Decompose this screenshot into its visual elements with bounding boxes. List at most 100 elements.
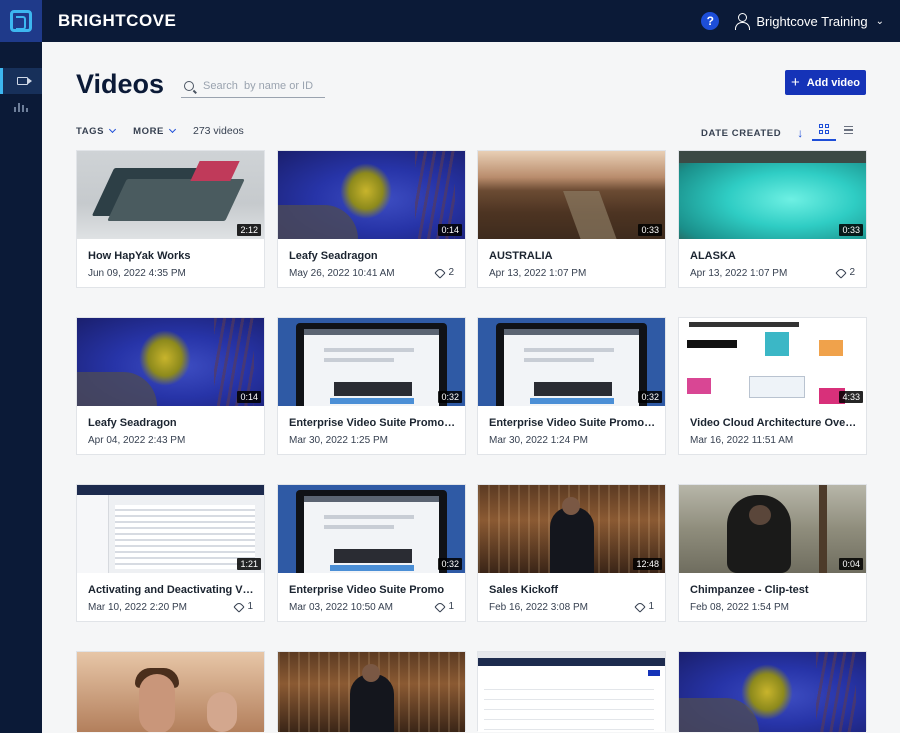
tags-filter[interactable]: TAGS (76, 125, 117, 137)
video-title[interactable]: ALASKA (690, 250, 858, 262)
list-icon (843, 125, 853, 135)
video-thumbnail[interactable] (278, 652, 465, 732)
tag-icon (233, 600, 246, 613)
tag-count-value: 1 (247, 601, 253, 612)
sort-label: DATE CREATED (701, 127, 782, 139)
video-card[interactable]: 0:14 Leafy Seadragon Apr 04, 2022 2:43 PM (76, 317, 265, 455)
user-menu[interactable]: Brightcove Training (756, 14, 867, 29)
sidebar (0, 42, 42, 733)
video-title[interactable]: How HapYak Works (88, 250, 256, 262)
sidebar-item-media[interactable] (0, 68, 42, 94)
tag-count: 2 (835, 266, 855, 279)
search-bar (181, 74, 325, 98)
brightcove-logo-icon[interactable] (0, 0, 42, 42)
video-thumbnail[interactable]: 0:14 (77, 318, 264, 406)
sort-control[interactable]: DATE CREATED ↓ (701, 126, 804, 140)
video-thumbnail[interactable]: 0:32 (478, 318, 665, 406)
tags-filter-label: TAGS (76, 125, 105, 137)
grid-icon (819, 124, 829, 134)
video-card[interactable] (477, 651, 666, 732)
user-icon[interactable] (735, 13, 751, 30)
video-card[interactable]: 0:04 Chimpanzee - Clip-test Feb 08, 2022 1… (678, 484, 867, 622)
duration-badge: 0:32 (438, 391, 462, 403)
duration-badge: 0:33 (638, 224, 662, 236)
video-thumbnail[interactable]: 0:33 (478, 151, 665, 239)
video-title[interactable]: Leafy Seadragon (289, 250, 457, 262)
help-icon[interactable]: ? (701, 12, 720, 30)
video-date: Apr 13, 2022 1:07 PM (489, 268, 587, 279)
duration-badge: 0:33 (839, 224, 863, 236)
video-card[interactable] (277, 651, 466, 732)
tag-icon (634, 600, 647, 613)
search-icon (184, 80, 194, 91)
video-title[interactable]: Video Cloud Architecture Overview (690, 417, 858, 429)
video-card[interactable]: 0:33 ALASKA Apr 13, 2022 1:07 PM 2 (678, 150, 867, 288)
video-thumbnail[interactable] (77, 652, 264, 732)
list-view-button[interactable] (836, 119, 860, 141)
chevron-down-icon[interactable]: ⌄ (876, 16, 884, 27)
add-video-button[interactable]: + Add video (785, 70, 866, 95)
video-thumbnail[interactable] (679, 652, 866, 732)
tag-count-value: 2 (849, 267, 855, 278)
video-date: Feb 16, 2022 3:08 PM (489, 602, 588, 613)
video-card[interactable]: 12:48 Sales Kickoff Feb 16, 2022 3:08 PM 1 (477, 484, 666, 622)
video-date: Mar 30, 2022 1:25 PM (289, 435, 388, 446)
tag-icon (434, 266, 447, 279)
video-card[interactable]: 0:33 AUSTRALIA Apr 13, 2022 1:07 PM (477, 150, 666, 288)
video-title[interactable]: Enterprise Video Suite Promo Video (489, 417, 657, 429)
video-camera-icon (17, 77, 32, 85)
more-filter[interactable]: MORE (133, 125, 177, 137)
video-date: Mar 16, 2022 11:51 AM (690, 435, 794, 446)
video-thumbnail[interactable]: 12:48 (478, 485, 665, 573)
video-card[interactable]: 0:14 Leafy Seadragon May 26, 2022 10:41 AM… (277, 150, 466, 288)
brand-name: BRIGHTCOVE (58, 11, 177, 30)
video-title[interactable]: Activating and Deactivating Videos (88, 584, 256, 596)
tag-icon (835, 266, 848, 279)
more-filter-label: MORE (133, 125, 164, 137)
video-date: Mar 03, 2022 10:50 AM (289, 602, 393, 613)
video-title[interactable]: Enterprise Video Suite Promo (289, 584, 457, 596)
video-date: Apr 13, 2022 1:07 PM (690, 268, 788, 279)
video-thumbnail[interactable]: 2:12 (77, 151, 264, 239)
add-video-label: Add video (806, 76, 860, 89)
video-thumbnail[interactable]: 0:32 (278, 485, 465, 573)
duration-badge: 0:32 (638, 391, 662, 403)
top-right-controls: ? Brightcove Training ⌄ (701, 12, 884, 30)
video-thumbnail[interactable]: 0:33 (679, 151, 866, 239)
video-thumbnail[interactable] (478, 652, 665, 732)
video-title[interactable]: Enterprise Video Suite Promo Video (289, 417, 457, 429)
duration-badge: 4:33 (839, 391, 863, 403)
video-card[interactable] (76, 651, 265, 732)
tag-count-value: 2 (448, 267, 454, 278)
video-title[interactable]: Chimpanzee - Clip-test (690, 584, 858, 596)
video-card[interactable]: 4:33 Video Cloud Architecture Overview Mar… (678, 317, 867, 455)
sort-direction-icon[interactable]: ↓ (797, 126, 804, 140)
video-card[interactable]: 0:32 Enterprise Video Suite Promo Mar 03, … (277, 484, 466, 622)
video-date: Mar 30, 2022 1:24 PM (489, 435, 588, 446)
video-count: 273 videos (193, 125, 244, 137)
tag-count: 1 (233, 600, 253, 613)
video-thumbnail[interactable]: 1:21 (77, 485, 264, 573)
video-card[interactable]: 2:12 How HapYak Works Jun 09, 2022 4:35 PM (76, 150, 265, 288)
video-title[interactable]: AUSTRALIA (489, 250, 657, 262)
video-title[interactable]: Sales Kickoff (489, 584, 657, 596)
video-card[interactable]: 1:21 Activating and Deactivating Videos Ma… (76, 484, 265, 622)
grid-view-button[interactable] (812, 119, 836, 141)
video-date: Apr 04, 2022 2:43 PM (88, 435, 186, 446)
search-input[interactable] (203, 79, 323, 92)
video-thumbnail[interactable]: 0:32 (278, 318, 465, 406)
sidebar-item-analytics[interactable] (0, 94, 42, 120)
duration-badge: 1:21 (237, 558, 261, 570)
video-card[interactable] (678, 651, 867, 732)
video-card[interactable]: 0:32 Enterprise Video Suite Promo Video Ma… (477, 317, 666, 455)
video-title[interactable]: Leafy Seadragon (88, 417, 256, 429)
video-thumbnail[interactable]: 0:04 (679, 485, 866, 573)
duration-badge: 0:32 (438, 558, 462, 570)
duration-badge: 2:12 (237, 224, 261, 236)
video-card[interactable]: 0:32 Enterprise Video Suite Promo Video Ma… (277, 317, 466, 455)
video-thumbnail[interactable]: 4:33 (679, 318, 866, 406)
tag-count: 1 (634, 600, 654, 613)
tag-count: 2 (434, 266, 454, 279)
duration-badge: 12:48 (633, 558, 662, 570)
video-thumbnail[interactable]: 0:14 (278, 151, 465, 239)
